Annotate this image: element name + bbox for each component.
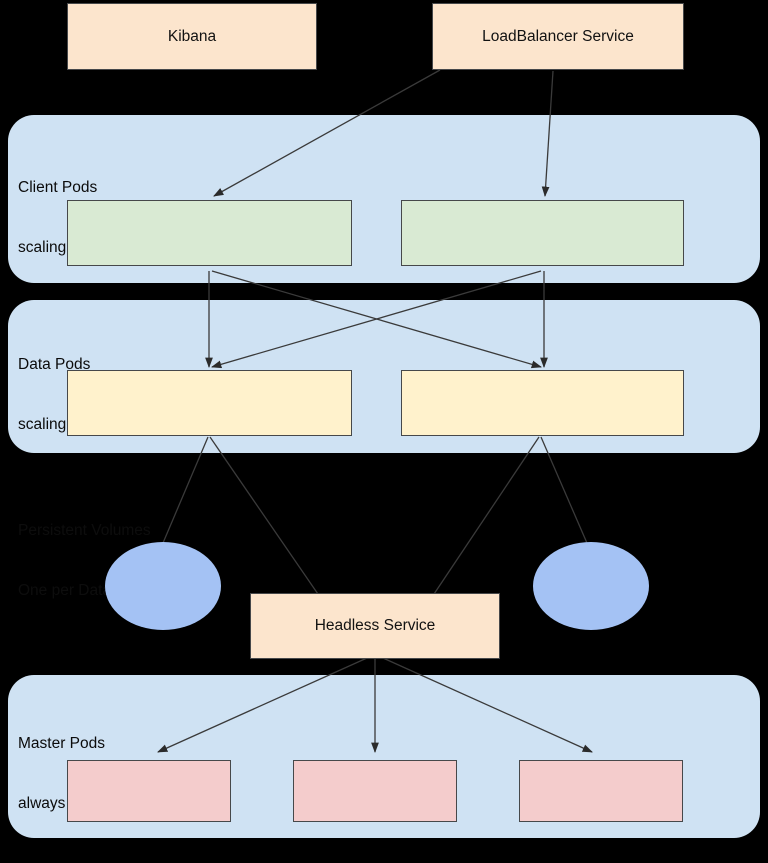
node-headless-service[interactable]: Headless Service <box>250 593 500 659</box>
node-data-pod-1[interactable] <box>67 370 352 436</box>
edge-data-2-to-headless-right <box>431 436 540 598</box>
node-headless-service-label: Headless Service <box>314 617 436 634</box>
edge-data-2-to-volume-2 <box>540 436 591 551</box>
node-client-pod-1[interactable] <box>67 200 352 266</box>
edge-data-1-to-headless-left <box>209 436 321 598</box>
persistent-volumes-title-text: Persistent Volumes <box>18 522 151 539</box>
node-master-pod-1[interactable] <box>67 760 231 822</box>
node-kibana-label: Kibana <box>167 27 217 45</box>
node-client-pod-2[interactable] <box>401 200 684 266</box>
node-master-pod-3[interactable] <box>519 760 683 822</box>
diagram-canvas: Kibana LoadBalancer Service Client Pods … <box>0 0 768 863</box>
node-data-pod-2[interactable] <box>401 370 684 436</box>
master-pods-title-text: Master Pods <box>18 735 106 752</box>
node-master-pod-2[interactable] <box>293 760 457 822</box>
node-loadbalancer-service-label: LoadBalancer Service <box>482 27 634 45</box>
node-kibana[interactable]: Kibana <box>67 3 317 70</box>
node-loadbalancer-service[interactable]: LoadBalancer Service <box>432 3 684 70</box>
node-persistent-volume-1[interactable] <box>105 542 221 630</box>
client-pods-title-text: Client Pods <box>18 179 98 196</box>
node-persistent-volume-2[interactable] <box>533 542 649 630</box>
